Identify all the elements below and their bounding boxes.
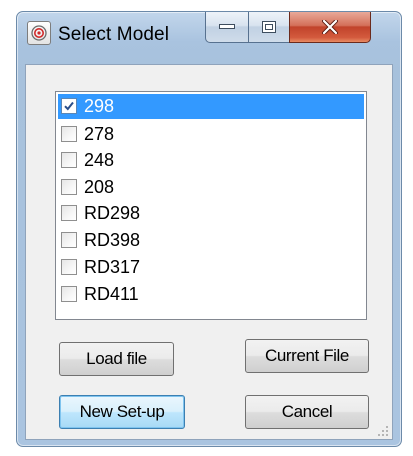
list-item-rd411[interactable]: RD411 — [58, 282, 364, 307]
new-setup-button[interactable]: New Set-up — [59, 395, 185, 429]
list-item-label: RD398 — [84, 230, 141, 250]
list-item-label: RD317 — [84, 257, 141, 277]
resize-grip-icon[interactable] — [377, 424, 389, 436]
checkmark-icon — [64, 101, 74, 111]
maximize-icon — [262, 21, 276, 33]
model-checkbox[interactable] — [61, 232, 77, 248]
model-checkbox[interactable] — [61, 126, 77, 142]
list-item-label: 278 — [84, 124, 115, 144]
model-checkbox[interactable] — [61, 152, 77, 168]
dialog-client-area: 298 278 248 208 RD298 RD398 RD317 RD411 … — [25, 64, 393, 440]
close-icon — [322, 20, 338, 34]
list-item-label: 208 — [84, 177, 115, 197]
model-checkbox[interactable] — [61, 286, 77, 302]
list-item-278[interactable]: 278 — [58, 122, 364, 147]
model-checklist[interactable]: 298 278 248 208 RD298 RD398 RD317 RD411 — [55, 91, 367, 320]
list-item-rd317[interactable]: RD317 — [58, 255, 364, 280]
minimize-icon — [219, 24, 235, 29]
list-item-label: 248 — [84, 150, 115, 170]
list-item-label: RD411 — [84, 284, 139, 304]
list-item-298[interactable]: 298 — [58, 94, 364, 119]
select-model-window: Select Model 298 278 248 208 RD298 RD398… — [16, 11, 402, 447]
maximize-button[interactable] — [248, 12, 290, 43]
list-item-rd398[interactable]: RD398 — [58, 228, 364, 253]
window-title: Select Model — [58, 24, 170, 45]
model-checkbox[interactable] — [61, 205, 77, 221]
close-button[interactable] — [289, 12, 371, 43]
current-file-button[interactable]: Current File — [245, 339, 369, 373]
list-item-208[interactable]: 208 — [58, 175, 364, 200]
minimize-button[interactable] — [205, 12, 249, 43]
model-checkbox[interactable] — [61, 259, 77, 275]
list-item-248[interactable]: 248 — [58, 148, 364, 173]
list-item-rd298[interactable]: RD298 — [58, 201, 364, 226]
load-file-button[interactable]: Load file — [59, 342, 174, 376]
model-checkbox[interactable] — [61, 98, 77, 114]
list-item-label: 298 — [84, 96, 115, 116]
title-bar[interactable]: Select Model — [17, 12, 401, 64]
cancel-button[interactable]: Cancel — [245, 395, 369, 429]
model-checkbox[interactable] — [61, 179, 77, 195]
target-icon — [27, 21, 51, 45]
list-item-label: RD298 — [84, 203, 141, 223]
